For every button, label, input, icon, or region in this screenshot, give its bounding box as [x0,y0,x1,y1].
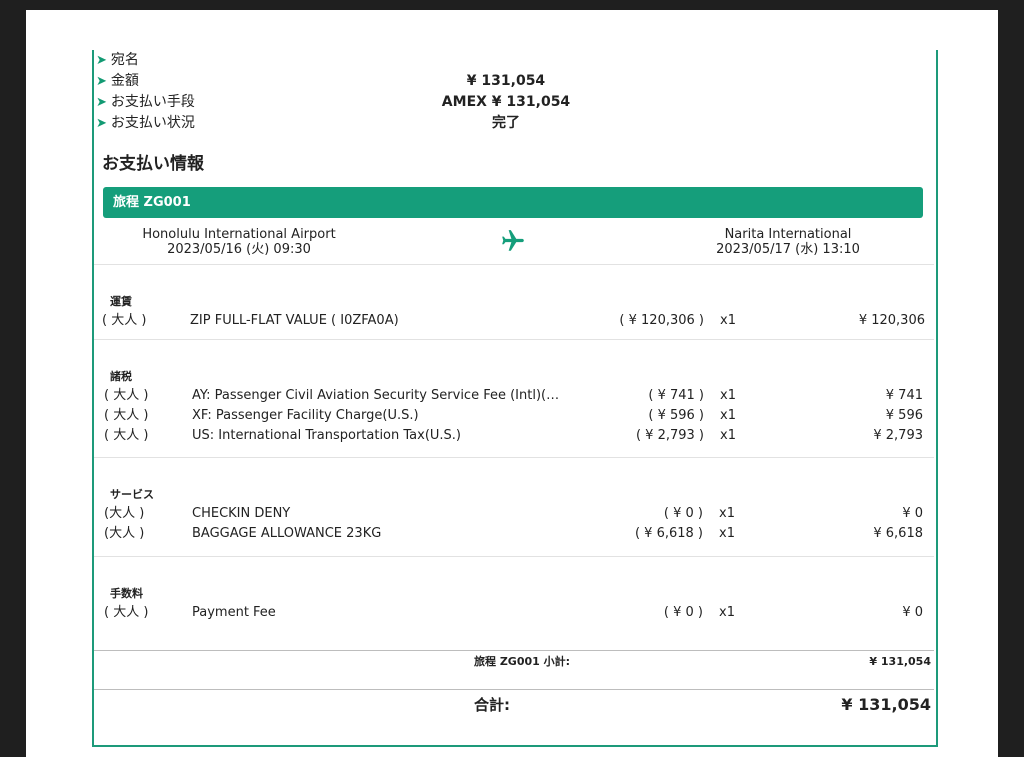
itinerary-header: 旅程 ZG001 [103,187,923,218]
fee-row-desc: Payment Fee [192,605,276,620]
fare-row-unit: ( ¥ 120,306 ) [619,313,704,328]
summary-row-payment-status: ➤ お支払い状況 [96,113,195,133]
service-row-unit: ( ¥ 6,618 ) [634,526,703,541]
tax-row-desc: XF: Passenger Facility Charge(U.S.) [192,408,419,423]
origin-airport: Honolulu International Airport [142,227,336,242]
tax-row-qty: x1 [720,428,736,443]
tax-row-amount: ¥ 741 [885,388,923,403]
fare-row-desc: ZIP FULL-FLAT VALUE ( I0ZFA0A) [190,313,399,328]
tax-row-amount: ¥ 2,793 [873,428,923,443]
payment-info-heading: お支払い情報 [102,154,204,174]
divider [94,339,934,340]
arrow-icon: ➤ [96,95,107,110]
fare-title: 運賃 [110,295,132,308]
payment-method-value: AMEX ¥ 131,054 [441,94,571,110]
destination-datetime: 2023/05/17 (水) 13:10 [716,242,860,257]
subtotal-divider [94,650,934,651]
divider [94,556,934,557]
summary-row-recipient: ➤ 宛名 [96,50,139,70]
arrow-icon: ➤ [96,116,107,131]
service-row-pax: (大人 ) [104,526,145,541]
total-divider [94,689,934,690]
origin-block: Honolulu International Airport 2023/05/1… [129,227,349,257]
summary-label: お支払い状況 [110,115,195,131]
recipient-value [406,50,606,70]
divider [94,264,934,265]
service-row-qty: x1 [719,506,735,521]
tax-row-pax: ( 大人 ) [104,388,149,403]
summary-row-payment-method: ➤ お支払い手段 [96,92,195,112]
fee-row-unit: ( ¥ 0 ) [663,605,703,620]
tax-row-qty: x1 [720,388,736,403]
summary-row-amount: ➤ 金額 [96,71,139,91]
summary-label: 宛名 [110,52,139,68]
taxes-title: 諸税 [110,370,132,383]
destination-airport: Narita International [724,227,852,242]
fare-row-qty: x1 [720,313,736,328]
tax-row-desc: AY: Passenger Civil Aviation Security Se… [192,388,560,403]
summary-label: お支払い手段 [110,94,195,110]
tax-row-unit: ( ¥ 741 ) [648,388,704,403]
services-title: サービス [110,488,154,501]
subtotal-value: ¥ 131,054 [869,655,931,668]
divider [94,457,934,458]
fare-row-pax: ( 大人 ) [102,313,147,328]
arrow-icon: ➤ [96,74,107,89]
subtotal-label: 旅程 ZG001 小計: [474,655,571,668]
fee-row-qty: x1 [719,605,735,620]
service-row-desc: CHECKIN DENY [192,506,291,521]
amount-value: ¥ 131,054 [466,73,546,89]
tax-row-pax: ( 大人 ) [104,428,149,443]
total-label: 合計: [474,696,510,714]
tax-row-desc: US: International Transportation Tax(U.S… [192,428,462,443]
document-page: ➤ 宛名 ➤ 金額 ¥ 131,054 ➤ お支払い手段 AMEX ¥ 131,054… [26,10,998,757]
service-row-qty: x1 [719,526,735,541]
origin-datetime: 2023/05/16 (火) 09:30 [167,242,311,257]
fees-title: 手数料 [110,587,143,600]
service-row-pax: (大人 ) [104,506,145,521]
fee-row-pax: ( 大人 ) [104,605,149,620]
service-row-amount: ¥ 0 [902,506,923,521]
service-row-amount: ¥ 6,618 [873,526,923,541]
tax-row-pax: ( 大人 ) [104,408,149,423]
service-row-desc: BAGGAGE ALLOWANCE 23KG [192,526,382,541]
fare-row-amount: ¥ 120,306 [858,313,925,328]
payment-status-value: 完了 [492,115,520,131]
arrow-icon: ➤ [96,53,107,68]
destination-block: Narita International 2023/05/17 (水) 13:1… [678,227,898,257]
tax-row-unit: ( ¥ 2,793 ) [635,428,704,443]
airplane-icon [502,230,524,251]
tax-row-unit: ( ¥ 596 ) [648,408,704,423]
tax-row-amount: ¥ 596 [885,408,923,423]
fee-row-amount: ¥ 0 [902,605,923,620]
summary-label: 金額 [110,73,139,89]
tax-row-qty: x1 [720,408,736,423]
service-row-unit: ( ¥ 0 ) [663,506,703,521]
total-value: ¥ 131,054 [841,695,931,714]
